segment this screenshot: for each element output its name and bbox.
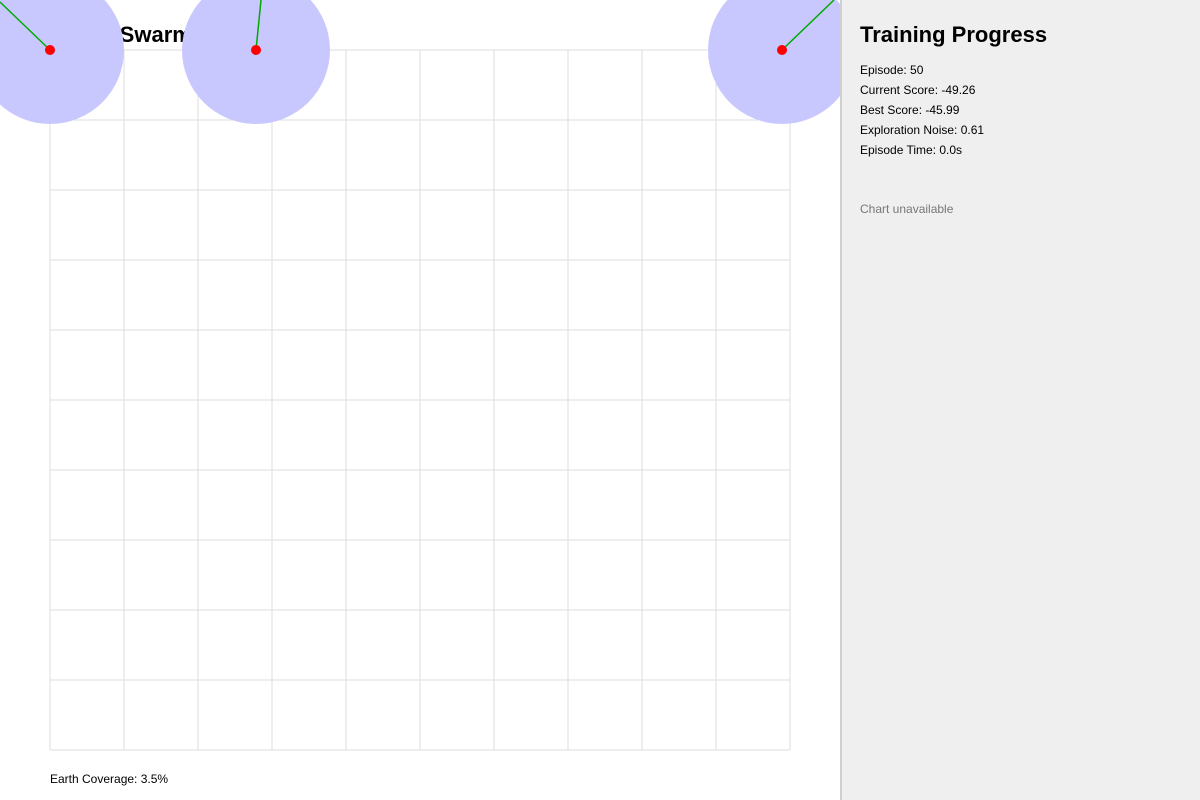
drone-coverage-circle xyxy=(182,0,330,124)
drone-1 xyxy=(0,0,124,124)
exploration-noise-stat: Exploration Noise: 0.61 xyxy=(860,123,985,137)
simulation-panel: Drone Swarm Simulation Earth Coverage: 3… xyxy=(0,0,840,800)
drone-coverage-circle xyxy=(0,0,124,124)
drone-marker xyxy=(777,45,787,55)
current-score-stat: Current Score: -49.26 xyxy=(860,83,976,97)
episode-stat: Episode: 50 xyxy=(860,63,924,77)
coverage-grid xyxy=(49,49,791,751)
simulation-canvas[interactable] xyxy=(0,0,840,800)
app-root: Drone Swarm Simulation Earth Coverage: 3… xyxy=(0,0,1200,800)
training-panel: Training Progress Episode: 50 Current Sc… xyxy=(842,0,1200,800)
training-chart-placeholder: Chart unavailable xyxy=(860,202,954,216)
best-score-stat: Best Score: -45.99 xyxy=(860,103,960,117)
drone-marker xyxy=(251,45,261,55)
earth-coverage-label: Earth Coverage: 3.5% xyxy=(50,772,169,786)
episode-time-stat: Episode Time: 0.0s xyxy=(860,143,963,157)
drone-3 xyxy=(708,0,840,124)
drone-2 xyxy=(182,0,330,124)
drone-marker xyxy=(45,45,55,55)
training-title: Training Progress xyxy=(860,22,1048,47)
drone-coverage-circle xyxy=(708,0,840,124)
